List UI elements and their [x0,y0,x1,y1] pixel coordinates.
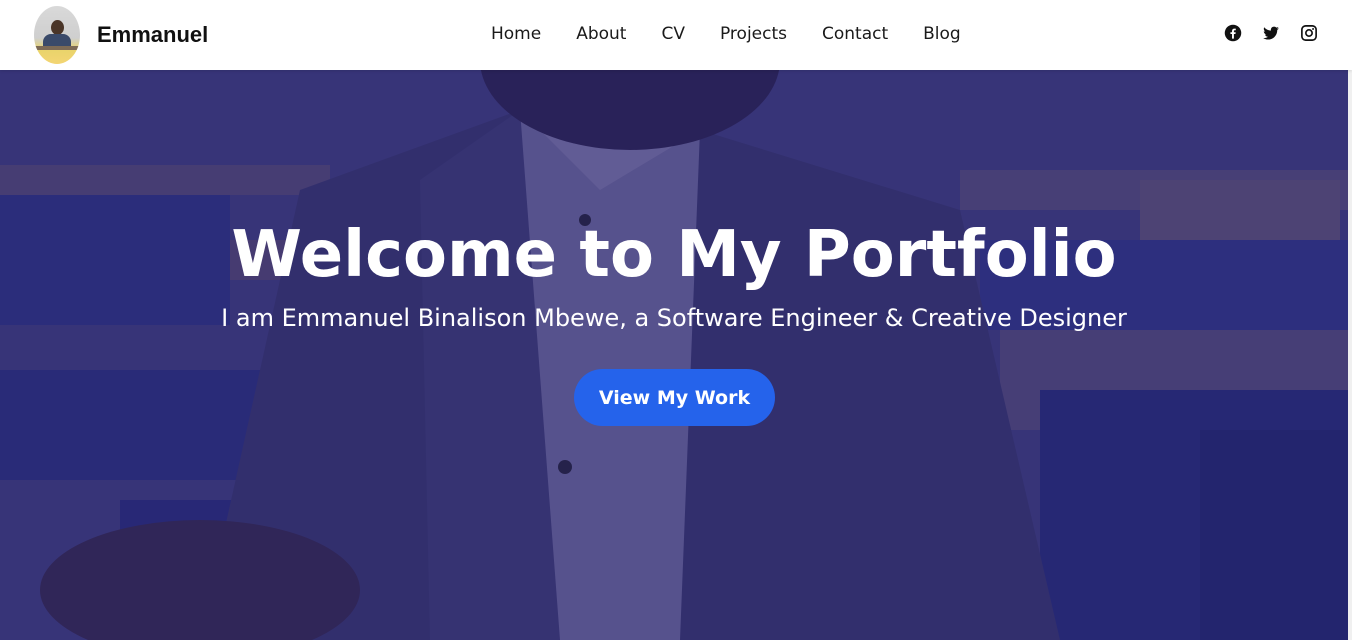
nav-about[interactable]: About [576,24,626,44]
facebook-icon[interactable] [1224,24,1244,44]
twitter-icon[interactable] [1262,24,1282,44]
nav-projects[interactable]: Projects [720,24,787,44]
nav-home[interactable]: Home [491,24,541,44]
brand[interactable]: Emmanuel [34,6,208,64]
site-header: Emmanuel Home About CV Projects Contact … [0,0,1352,70]
hero-subtitle: I am Emmanuel Binalison Mbewe, a Softwar… [221,304,1127,332]
social-links [1224,24,1320,44]
nav-contact[interactable]: Contact [822,24,888,44]
brand-name[interactable]: Emmanuel [97,22,208,48]
avatar [34,6,80,64]
hero-section: Welcome to My Portfolio I am Emmanuel Bi… [0,70,1348,640]
nav-blog[interactable]: Blog [923,24,961,44]
instagram-icon[interactable] [1300,24,1320,44]
hero-content: Welcome to My Portfolio I am Emmanuel Bi… [0,70,1348,640]
hero-title: Welcome to My Portfolio [231,218,1117,292]
page-scrollbar[interactable] [1348,70,1352,640]
nav-cv[interactable]: CV [661,24,685,44]
main-nav: Home About CV Projects Contact Blog [491,24,996,44]
view-my-work-button[interactable]: View My Work [574,369,775,426]
